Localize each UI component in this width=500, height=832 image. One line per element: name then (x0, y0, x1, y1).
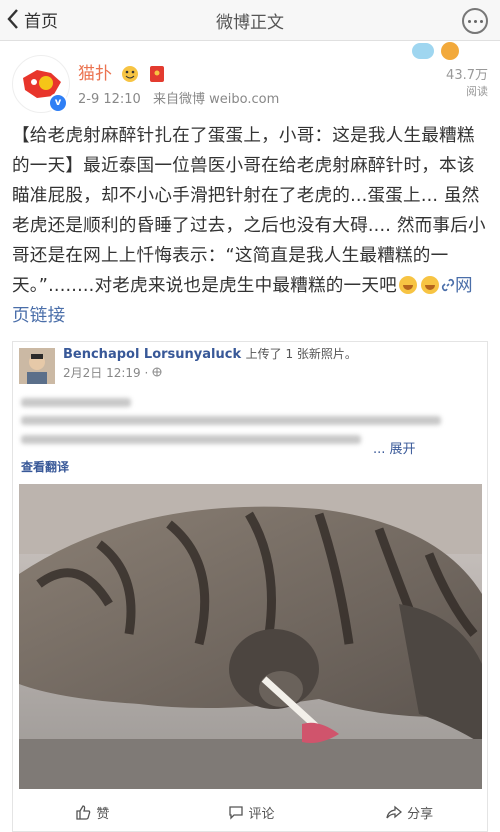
post-source: 来自微博 weibo.com (152, 92, 280, 107)
username[interactable]: 猫扑 (78, 59, 165, 84)
share-arrow-icon (386, 805, 403, 819)
post-text: 【给老虎射麻醉针扎在了蛋蛋上，小哥：这是我人生最糟糕的一天】最近泰国一位兽医小哥… (12, 126, 486, 296)
comment-label: 评论 (248, 806, 275, 822)
read-count-label: 阅读 (466, 85, 488, 98)
emoji-icon (122, 66, 139, 82)
comment-icon (228, 806, 243, 820)
embed-avatar (19, 348, 55, 384)
embed-author: Benchapol Lorsunyaluck 上传了 1 张新照片。 (63, 345, 357, 362)
more-options-icon[interactable] (462, 8, 488, 34)
red-envelope-icon (149, 66, 164, 82)
blurred-text-line (21, 416, 441, 425)
medal-badges-icon (412, 42, 459, 60)
blurred-text-line (21, 435, 361, 444)
share-button[interactable]: 分享 (330, 794, 489, 830)
expand-link[interactable]: ... 展开 (373, 438, 416, 457)
post-text-block: 【给老虎射麻醉针扎在了蛋蛋上，小哥：这是我人生最糟糕的一天】最近泰国一位兽医小哥… (12, 121, 488, 331)
post-time: 2-9 12:10 (78, 92, 141, 107)
embed-action-bar: 赞 评论 分享 (13, 794, 489, 830)
embed-time-text: 2月2日 12:19 · (63, 366, 153, 380)
read-count: 43.7万 阅读 (446, 64, 488, 99)
top-navbar: 首页 微博正文 (0, 0, 500, 41)
page-title: 微博正文 (216, 13, 284, 33)
laugh-cry-emoji-icon (420, 276, 439, 294)
embed-action-text: 上传了 1 张新照片。 (245, 347, 357, 361)
embed-time: 2月2日 12:19 · (63, 364, 162, 381)
read-count-number: 43.7万 (446, 68, 488, 83)
blurred-text-line (21, 398, 131, 407)
translate-link[interactable]: 查看翻译 (21, 458, 69, 475)
share-label: 分享 (407, 806, 434, 822)
like-label: 赞 (96, 806, 110, 822)
username-text: 猫扑 (78, 64, 112, 84)
link-icon (441, 278, 455, 292)
tiger-photo[interactable] (19, 484, 482, 789)
laugh-cry-emoji-icon (398, 276, 417, 294)
embedded-facebook-post[interactable]: Benchapol Lorsunyaluck 上传了 1 张新照片。 2月2日 … (12, 341, 488, 832)
globe-icon (152, 367, 162, 377)
weibo-post: v 猫扑 2-9 12:10 来自微博 weibo.com 43.7万 阅读 【… (0, 41, 500, 832)
embed-author-name: Benchapol Lorsunyaluck (63, 347, 242, 362)
verified-badge-icon: v (48, 93, 68, 113)
comment-button[interactable]: 评论 (172, 794, 331, 830)
like-button[interactable]: 赞 (13, 794, 172, 830)
thumbs-up-icon (76, 805, 91, 820)
post-meta: 2-9 12:10 来自微博 weibo.com (78, 88, 287, 107)
